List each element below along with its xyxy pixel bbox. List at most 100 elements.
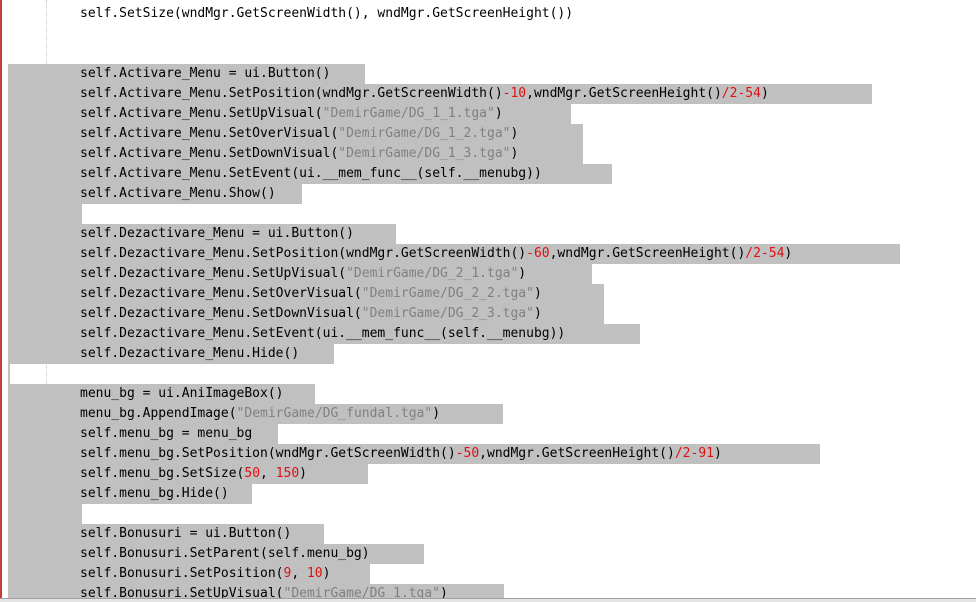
code-editor[interactable]: self.SetSize(wndMgr.GetScreenWidth(), wn… [0, 0, 976, 602]
code-line[interactable]: self.Activare_Menu.SetPosition(wndMgr.Ge… [0, 84, 976, 104]
code-text: self.SetSize(wndMgr.GetScreenWidth(), wn… [80, 4, 573, 24]
code-line[interactable]: menu_bg = ui.AniImageBox() [0, 384, 976, 404]
code-token: ) [494, 106, 503, 121]
code-token: self.menu_bg.SetPosition(wndMgr.GetScree… [80, 446, 456, 461]
code-text: self.Dezactivare_Menu = ui.Button() [80, 224, 354, 244]
code-text: self.Activare_Menu.SetDownVisual("DemirG… [80, 144, 518, 164]
code-line[interactable]: self.Bonusuri.SetPosition(9, 10) [0, 564, 976, 584]
code-token: ,wndMgr.GetScreenHeight() [479, 446, 675, 461]
code-line[interactable]: self.Dezactivare_Menu.Hide() [0, 344, 976, 364]
code-line[interactable]: self.Dezactivare_Menu = ui.Button() [0, 224, 976, 244]
code-text: self.Dezactivare_Menu.SetPosition(wndMgr… [80, 244, 792, 264]
code-line[interactable]: self.Bonusuri = ui.Button() [0, 524, 976, 544]
code-line[interactable]: self.Activare_Menu.SetOverVisual("DemirG… [0, 124, 976, 144]
code-text: self.Activare_Menu.SetUpVisual("DemirGam… [80, 104, 503, 124]
code-text: self.menu_bg.Hide() [80, 484, 229, 504]
code-area[interactable]: self.SetSize(wndMgr.GetScreenWidth(), wn… [0, 4, 976, 602]
code-token: self.Dezactivare_Menu.SetDownVisual( [80, 306, 362, 321]
string-literal: "DemirGame/DG_1_2.tga" [338, 126, 511, 141]
code-token: self.Activare_Menu.SetDownVisual( [80, 146, 339, 161]
code-text: self.menu_bg.SetSize(50, 150) [80, 464, 307, 484]
number-literal: /2-54 [721, 86, 761, 101]
code-token: self.Activare_Menu.SetOverVisual( [80, 126, 339, 141]
code-line[interactable] [0, 44, 976, 64]
code-token: self.Dezactivare_Menu = ui.Button() [80, 226, 354, 241]
code-token: ) [432, 406, 441, 421]
code-line[interactable]: self.menu_bg = menu_bg [0, 424, 976, 444]
code-line[interactable] [0, 364, 976, 384]
code-line[interactable]: self.Dezactivare_Menu.SetUpVisual("Demir… [0, 264, 976, 284]
code-line[interactable] [0, 204, 976, 224]
code-token: self.Activare_Menu.SetPosition(wndMgr.Ge… [80, 86, 503, 101]
string-literal: "DemirGame/DG_2_1.tga" [346, 266, 519, 281]
code-token: ,wndMgr.GetScreenHeight() [526, 86, 722, 101]
code-token: ) [518, 266, 527, 281]
code-text: self.menu_bg = menu_bg [80, 424, 252, 444]
code-text: self.Activare_Menu.Show() [80, 184, 276, 204]
code-token: , [291, 566, 307, 581]
code-line[interactable]: self.Dezactivare_Menu.SetEvent(ui.__mem_… [0, 324, 976, 344]
number-literal: 150 [275, 466, 300, 481]
code-line[interactable]: menu_bg.AppendImage("DemirGame/DG_fundal… [0, 404, 976, 424]
code-text: self.Dezactivare_Menu.SetDownVisual("Dem… [80, 304, 542, 324]
code-text: self.Dezactivare_Menu.SetEvent(ui.__mem_… [80, 324, 565, 344]
code-text: menu_bg = ui.AniImageBox() [80, 384, 284, 404]
horizontal-scrollbar[interactable] [0, 598, 976, 602]
code-token: ) [784, 246, 793, 261]
code-text: self.Activare_Menu.SetOverVisual("DemirG… [80, 124, 518, 144]
code-token: menu_bg = ui.AniImageBox() [80, 386, 284, 401]
code-token: self.Dezactivare_Menu.SetUpVisual( [80, 266, 347, 281]
code-line[interactable]: self.menu_bg.Hide() [0, 484, 976, 504]
code-token: ,wndMgr.GetScreenHeight() [549, 246, 746, 261]
code-line[interactable]: self.Dezactivare_Menu.SetDownVisual("Dem… [0, 304, 976, 324]
code-line[interactable]: self.Activare_Menu.SetEvent(ui.__mem_fun… [0, 164, 976, 184]
code-line[interactable] [0, 24, 976, 44]
number-literal: -10 [502, 86, 527, 101]
code-token: , [260, 466, 276, 481]
code-token: self.Bonusuri.SetPosition( [80, 566, 284, 581]
code-text: self.Bonusuri = ui.Button() [80, 524, 291, 544]
code-token: self.SetSize(wndMgr.GetScreenWidth(), wn… [80, 6, 574, 21]
code-token: ) [760, 86, 769, 101]
code-line[interactable]: self.menu_bg.SetSize(50, 150) [0, 464, 976, 484]
code-text: self.Dezactivare_Menu.SetOverVisual("Dem… [80, 284, 542, 304]
string-literal: "DemirGame/DG_1_1.tga" [322, 106, 495, 121]
code-line[interactable]: self.Activare_Menu = ui.Button() [0, 64, 976, 84]
code-token: self.Dezactivare_Menu.SetPosition(wndMgr… [80, 246, 527, 261]
code-token: self.Dezactivare_Menu.Hide() [80, 346, 300, 361]
code-token: ) [510, 126, 519, 141]
code-text: self.Activare_Menu.SetEvent(ui.__mem_fun… [80, 164, 542, 184]
code-token: self.Dezactivare_Menu.SetOverVisual( [80, 286, 362, 301]
code-token: self.Activare_Menu.SetUpVisual( [80, 106, 323, 121]
code-line[interactable]: self.Activare_Menu.Show() [0, 184, 976, 204]
code-line[interactable]: self.SetSize(wndMgr.GetScreenWidth(), wn… [0, 4, 976, 24]
code-line[interactable] [0, 504, 976, 524]
number-literal: /2-54 [745, 246, 785, 261]
code-token: ) [533, 306, 542, 321]
code-line[interactable]: self.Dezactivare_Menu.SetPosition(wndMgr… [0, 244, 976, 264]
number-literal: -60 [526, 246, 550, 261]
code-token: ) [510, 146, 519, 161]
code-text: self.Bonusuri.SetPosition(9, 10) [80, 564, 330, 584]
selection-highlight [8, 364, 10, 384]
number-literal: /2-91 [674, 446, 714, 461]
code-token: self.menu_bg = menu_bg [80, 426, 253, 441]
code-text: self.Activare_Menu = ui.Button() [80, 64, 330, 84]
code-text: self.Dezactivare_Menu.SetUpVisual("Demir… [80, 264, 526, 284]
number-literal: -50 [455, 446, 480, 461]
code-token: self.Activare_Menu.SetEvent(ui.__mem_fun… [80, 166, 542, 181]
code-token: self.Activare_Menu.Show() [80, 186, 276, 201]
code-token: ) [713, 446, 722, 461]
code-text: self.Bonusuri.SetParent(self.menu_bg) [80, 544, 370, 564]
code-line[interactable]: self.Dezactivare_Menu.SetOverVisual("Dem… [0, 284, 976, 304]
code-token: ) [299, 466, 307, 481]
selection-highlight [8, 204, 82, 224]
code-token: menu_bg.AppendImage( [80, 406, 237, 421]
number-literal: 10 [306, 566, 323, 581]
string-literal: "DemirGame/DG_2_3.tga" [361, 306, 534, 321]
code-line[interactable]: self.Bonusuri.SetParent(self.menu_bg) [0, 544, 976, 564]
code-line[interactable]: self.Activare_Menu.SetDownVisual("DemirG… [0, 144, 976, 164]
selection-highlight [8, 504, 82, 524]
code-line[interactable]: self.Activare_Menu.SetUpVisual("DemirGam… [0, 104, 976, 124]
code-line[interactable]: self.menu_bg.SetPosition(wndMgr.GetScree… [0, 444, 976, 464]
